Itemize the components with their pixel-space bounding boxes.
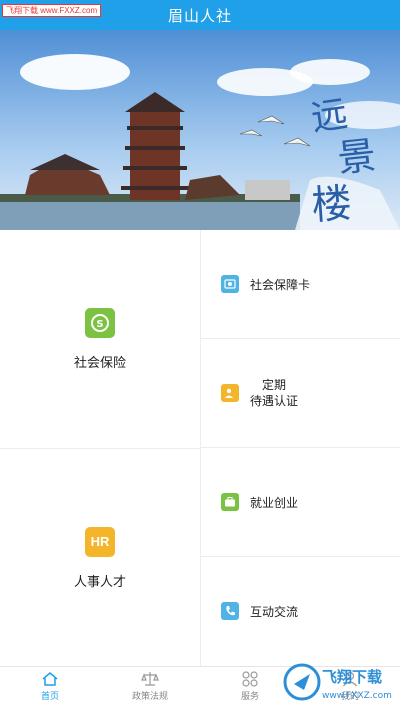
watermark-top: 飞翔下载 www.FXXZ.com [2,4,102,17]
scale-icon [141,671,159,687]
page-title: 眉山人社 [167,7,232,25]
social-insurance-label: 社会保险 [73,354,126,370]
regular-line1: 定期 [262,378,287,392]
banner-char-3: 楼 [310,181,353,230]
social-insurance-tile[interactable]: S 社会保险 [0,230,201,449]
card-icon [221,275,239,293]
person-check-icon [221,384,239,402]
banner-char-2: 景 [335,133,377,181]
briefcase-icon [221,493,239,511]
employment-tile[interactable]: 就业创业 [201,448,400,557]
interaction-label: 互动交流 [250,604,299,619]
hr-talent-tile[interactable]: HR 人事人才 [0,449,201,667]
tab-home-label: 首页 [40,690,59,701]
social-card-tile[interactable]: 社会保障卡 [201,230,400,339]
tab-home[interactable]: 首页 [0,667,100,705]
social-card-label: 社会保障卡 [250,277,311,292]
regular-line2: 待遇认证 [250,394,299,408]
watermark-url: www.FXXZ.com [322,691,392,701]
watermark-brand: 飞翔下载 [322,668,382,686]
tab-service-label: 服务 [240,690,259,701]
home-icon [41,671,59,687]
watermark-bottom: 飞翔下载 www.FXXZ.com [282,660,398,704]
tab-policy-label: 政策法规 [131,690,168,701]
banner-image[interactable]: 远 景 楼 [0,30,400,230]
hr-icon: HR [85,526,115,557]
menu-grid: S 社会保险 HR 人事人才 社会保障卡 定期 待遇认证 就业创业 互动交流 [0,230,400,667]
regular-certification-tile[interactable]: 定期 待遇认证 [201,339,400,448]
regular-certification-label: 定期 待遇认证 [250,377,298,409]
employment-label: 就业创业 [250,495,299,510]
hr-talent-label: 人事人才 [73,573,126,589]
tab-policy[interactable]: 政策法规 [100,667,200,705]
svg-text:S: S [96,319,103,330]
phone-icon [221,602,239,620]
interaction-tile[interactable]: 互动交流 [201,557,400,665]
grid-icon [242,670,258,687]
banner-char-1: 远 [309,94,350,140]
social-insurance-icon: S [85,307,115,338]
